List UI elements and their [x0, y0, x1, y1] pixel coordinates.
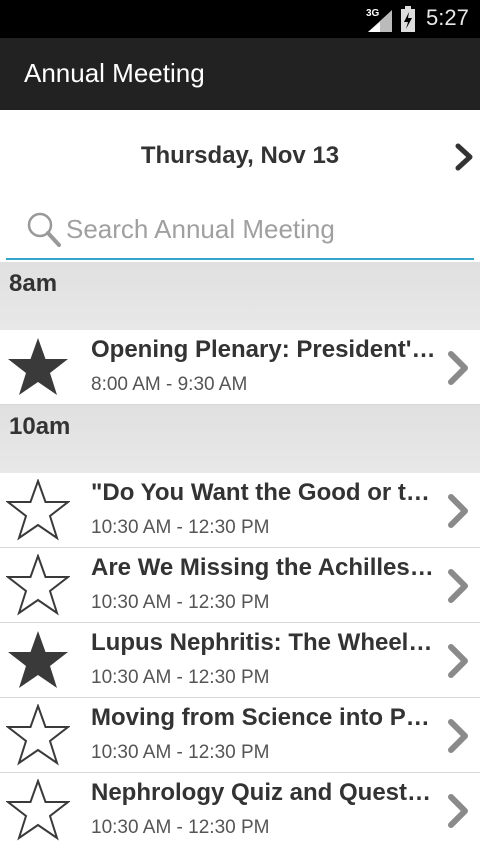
time-section-header: 10am — [0, 405, 480, 473]
session-title: Moving from Science into Practice — [91, 704, 436, 731]
clock: 5:27 — [426, 5, 469, 30]
session-time: 10:30 AM - 12:30 PM — [91, 592, 270, 613]
session-title: Are We Missing the Achilles Heel? — [91, 554, 436, 581]
next-day-chevron-icon[interactable] — [446, 140, 480, 174]
chevron-right-icon — [448, 494, 468, 528]
chevron-right-icon — [448, 351, 468, 385]
session-title: Nephrology Quiz and Questionnaire — [91, 779, 436, 806]
session-row[interactable]: Nephrology Quiz and Questionnaire 10:30 … — [0, 773, 480, 847]
date-navigator: Thursday, Nov 13 — [0, 110, 480, 202]
session-time: 10:30 AM - 12:30 PM — [91, 742, 270, 763]
session-title: Lupus Nephritis: The Wheel Turns — [91, 629, 436, 656]
battery-icon — [401, 6, 415, 32]
session-row[interactable]: Moving from Science into Practice 10:30 … — [0, 698, 480, 773]
action-bar: Annual Meeting — [0, 38, 480, 111]
signal-3g-icon: 3G — [366, 8, 392, 32]
chevron-right-icon — [448, 719, 468, 753]
time-section-header: 8am — [0, 262, 480, 330]
session-time: 10:30 AM - 12:30 PM — [91, 817, 270, 838]
search-input[interactable] — [66, 210, 466, 248]
session-row[interactable]: Lupus Nephritis: The Wheel Turns 10:30 A… — [0, 623, 480, 698]
chevron-right-icon — [448, 644, 468, 678]
search-icon — [27, 212, 61, 247]
session-row[interactable]: Opening Plenary: President's Address 8:0… — [0, 330, 480, 405]
star-filled-icon[interactable] — [6, 629, 70, 691]
star-filled-icon[interactable] — [6, 336, 70, 398]
session-row[interactable]: "Do You Want the Good or the Bad News Fi… — [0, 473, 480, 548]
status-bar: 3G 5:27 — [0, 0, 480, 38]
star-outline-icon[interactable] — [6, 479, 70, 541]
chevron-right-icon — [448, 794, 468, 828]
search-bar[interactable] — [6, 202, 474, 260]
star-outline-icon[interactable] — [6, 704, 70, 766]
star-outline-icon[interactable] — [6, 779, 70, 841]
session-title: "Do You Want the Good or the Bad News Fi… — [91, 479, 436, 506]
date-label: Thursday, Nov 13 — [140, 142, 340, 169]
session-title: Opening Plenary: President's Address — [91, 336, 436, 363]
session-row[interactable]: Are We Missing the Achilles Heel? 10:30 … — [0, 548, 480, 623]
star-outline-icon[interactable] — [6, 554, 70, 616]
session-time: 10:30 AM - 12:30 PM — [91, 517, 270, 538]
session-time: 10:30 AM - 12:30 PM — [91, 667, 270, 688]
session-time: 8:00 AM - 9:30 AM — [91, 374, 248, 395]
app-title: Annual Meeting — [24, 58, 205, 88]
chevron-right-icon — [448, 569, 468, 603]
section-label: 10am — [9, 413, 71, 440]
svg-text:3G: 3G — [366, 8, 380, 19]
section-label: 8am — [9, 270, 58, 297]
